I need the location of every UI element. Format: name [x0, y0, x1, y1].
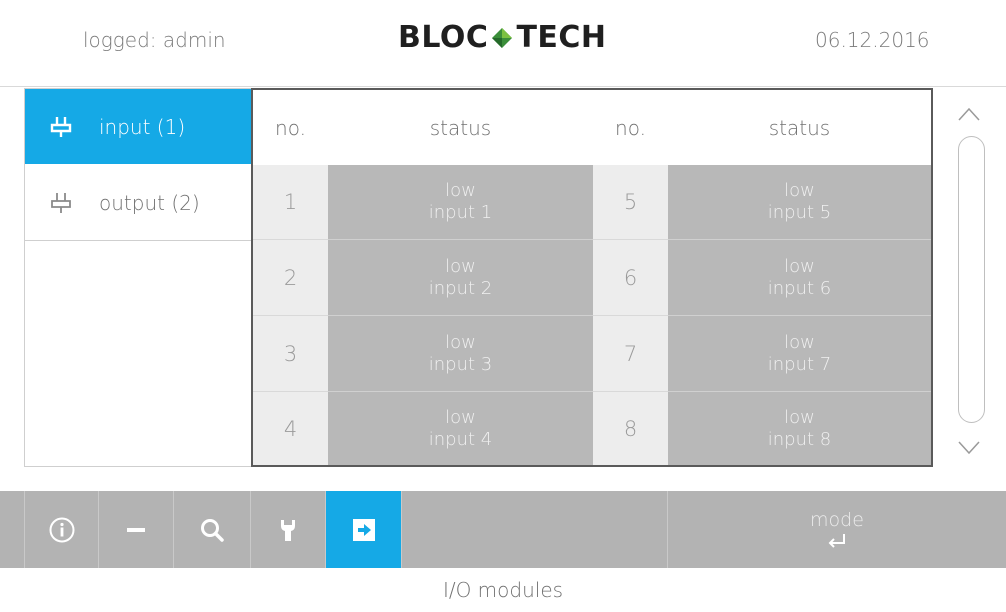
mode-label: mode	[810, 508, 864, 531]
logo-text-left: BLOC	[398, 20, 489, 55]
channel-number: 5	[593, 165, 668, 240]
channel-status-cell[interactable]: low input 5	[668, 165, 931, 240]
channel-state: low	[445, 255, 476, 277]
plug-icon	[51, 192, 71, 213]
brand-logo: BLOC TECH	[398, 20, 607, 55]
channel-status-cell[interactable]: low input 8	[668, 392, 931, 465]
column-header-no: no.	[253, 90, 329, 165]
channel-state: low	[445, 406, 476, 428]
settings-button[interactable]	[251, 491, 326, 568]
scroll-down-icon[interactable]	[954, 438, 984, 458]
wrench-icon	[281, 519, 295, 541]
channel-status-cell[interactable]: low input 4	[328, 392, 593, 465]
channel-number: 8	[593, 392, 668, 465]
channel-state: low	[445, 331, 476, 353]
info-icon	[49, 517, 74, 542]
channel-state: low	[784, 255, 815, 277]
io-modules-button[interactable]	[326, 491, 402, 568]
arrow-right-icon	[352, 518, 375, 541]
channel-number: 2	[253, 240, 328, 316]
info-button[interactable]	[25, 491, 99, 568]
channel-status-cell[interactable]: low input 7	[668, 316, 931, 392]
column-header-status: status	[328, 90, 594, 165]
sidebar-item-input[interactable]: input (1)	[25, 89, 252, 164]
channel-status-cell[interactable]: low input 2	[328, 240, 593, 316]
channel-name: input 5	[767, 202, 832, 223]
channel-number: 3	[253, 316, 328, 392]
channel-status-cell[interactable]: low input 3	[328, 316, 593, 392]
channel-name: input 3	[428, 353, 493, 375]
channel-state: low	[784, 331, 815, 353]
channel-state: low	[784, 180, 815, 201]
logo-diamond-icon	[492, 27, 513, 48]
header-bar: logged: admin BLOC TECH 06.12.2016	[0, 0, 1006, 87]
channel-name: input 2	[428, 277, 493, 299]
logged-user-label: logged: admin	[83, 28, 226, 52]
channel-name: input 8	[767, 428, 832, 450]
channel-number: 6	[593, 240, 668, 316]
date-display: 06.12.2016	[815, 28, 930, 52]
channel-status-cell[interactable]: low input 6	[668, 240, 931, 316]
sidebar-item-label: output (2)	[99, 190, 200, 215]
column-header-status: status	[668, 90, 931, 165]
channel-status-cell[interactable]: low input 1	[328, 165, 593, 240]
channel-state: low	[784, 406, 815, 428]
channel-name: input 7	[767, 353, 832, 375]
module-sidebar: input (1) output (2)	[24, 88, 252, 467]
remove-button[interactable]	[99, 491, 174, 568]
sidebar-item-label: input (1)	[99, 114, 186, 139]
logo-text-right: TECH	[516, 20, 607, 55]
channel-number: 4	[253, 392, 328, 465]
search-button[interactable]	[174, 491, 251, 568]
enter-return-icon	[828, 533, 845, 548]
plug-icon	[50, 116, 72, 137]
minus-icon	[127, 527, 145, 532]
toolbar-spacer	[0, 491, 25, 568]
page-title-footer: I/O modules	[0, 568, 1006, 612]
scroll-up-icon[interactable]	[954, 104, 984, 124]
page-title: I/O modules	[442, 578, 564, 602]
sidebar-item-output[interactable]: output (2)	[25, 165, 252, 241]
channel-name: input 6	[767, 277, 832, 299]
search-icon	[201, 518, 224, 542]
column-header-no: no.	[593, 90, 669, 165]
bottom-toolbar: mode	[0, 491, 1006, 568]
channel-name: input 1	[428, 202, 493, 223]
channel-name: input 4	[428, 428, 493, 450]
channel-state: low	[445, 180, 476, 201]
channel-number: 1	[253, 165, 328, 240]
io-status-table: no. status no. status 1 low input 1 5 lo…	[251, 88, 933, 467]
scrollbar-track[interactable]	[958, 136, 985, 423]
channel-number: 7	[593, 316, 668, 392]
mode-button[interactable]: mode	[667, 491, 1006, 568]
